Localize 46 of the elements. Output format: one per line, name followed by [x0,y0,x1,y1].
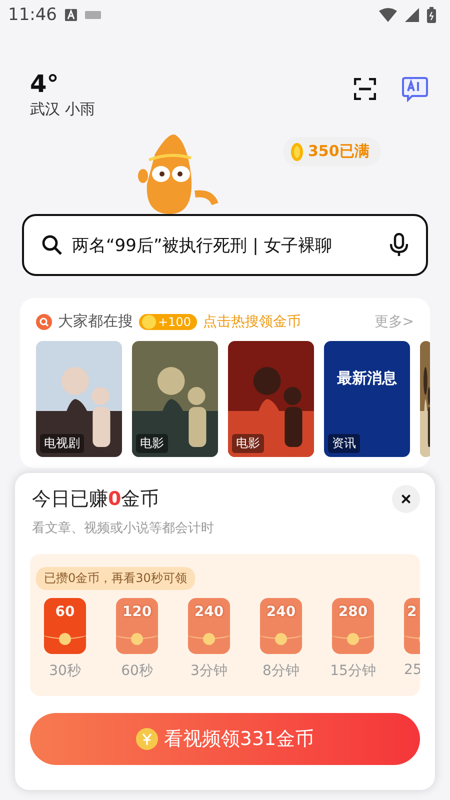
progress-tip: 已攒0金币，再看30秒可领 [36,567,195,590]
sheet-title: 今日已赚0金币 [31,487,160,512]
reward-envelope[interactable]: 60 [44,598,86,654]
reward-envelope[interactable]: 120 [116,598,158,654]
battery-icon [427,7,436,23]
promo-link[interactable]: 点击热搜领金币 [202,312,301,330]
weather-location: 武汉 小雨 [30,100,96,119]
temperature: 4° [30,70,60,98]
scan-icon[interactable] [354,78,376,100]
video-card[interactable]: 电视剧 [36,341,122,457]
watch-video-button[interactable]: 看视频领331金币 [30,713,420,765]
category-tag: 电视剧 [40,434,84,453]
close-button[interactable]: × [392,485,420,513]
signal-icon [405,8,419,22]
sheet-subtitle: 看文章、视频或小说等都会计时 [31,520,215,537]
ai-chat-icon[interactable] [402,76,428,102]
video-card[interactable]: 电影 [228,341,314,457]
reward-time: 3分钟 [190,662,228,680]
video-card[interactable]: 电影 [132,341,218,457]
category-tag: 电影 [136,434,168,453]
reward-time: 15分钟 [330,662,376,680]
more-link[interactable]: 更多> [374,312,414,330]
reward-time: 60秒 [121,662,153,680]
video-card[interactable]: 最新消息 资讯 [324,341,410,457]
search-icon [42,235,62,255]
category-tag: 电影 [232,434,264,453]
section-title: 大家都在搜 [58,312,133,331]
coin-icon [142,314,156,328]
reward-time: 30秒 [49,662,81,680]
reward-time: 8分钟 [262,662,300,680]
coin-bonus-badge: +100 [139,314,197,330]
clock-time: 11:46 [8,5,57,25]
coin-bubble[interactable]: 350已满 [283,137,382,166]
category-tag: 资讯 [328,434,360,453]
reward-envelope[interactable]: 240 [188,598,230,654]
coin-icon [291,142,303,160]
coin-count: 350已满 [308,142,370,161]
wifi-icon [379,8,397,22]
keyboard-a-icon [65,9,77,21]
reward-envelope[interactable]: 2 [404,598,420,654]
microphone-icon[interactable] [390,233,408,257]
search-field[interactable]: 两名“99后”被执行死刑 | 女子裸聊 [22,214,428,276]
search-icon [36,314,52,330]
reward-envelope[interactable]: 280 [332,598,374,654]
coin-icon [136,728,158,750]
reward-envelope[interactable]: 240 [260,598,302,654]
